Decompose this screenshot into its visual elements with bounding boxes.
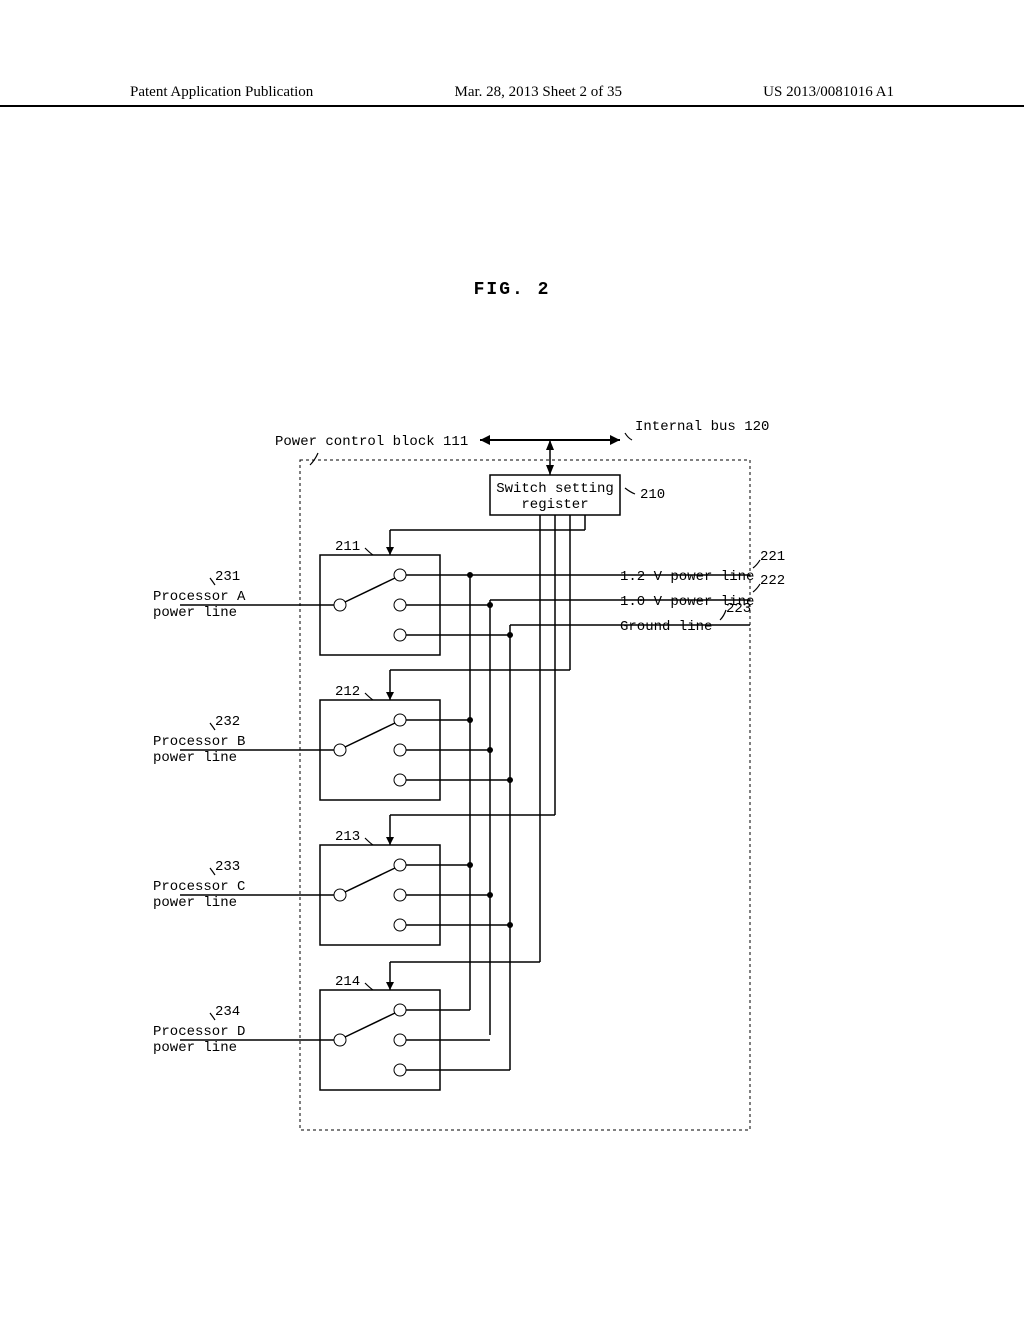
bus-label: Internal bus 120 xyxy=(635,419,769,435)
label-221: 1.2 V power line xyxy=(620,569,754,585)
register-label-line2: register xyxy=(521,497,588,513)
left-label-1: 231 Processor A power line xyxy=(153,569,246,621)
proc-b-sub: power line xyxy=(153,750,237,766)
proc-b: Processor B xyxy=(153,734,245,750)
page-header: Patent Application Publication Mar. 28, … xyxy=(0,84,1024,107)
switch-4-ref: 214 xyxy=(335,974,360,990)
figure-title: FIG. 2 xyxy=(0,280,1024,300)
proc-a: Processor A xyxy=(153,589,246,605)
left-label-4: 234 Processor D power line xyxy=(153,1004,245,1056)
left-label-2: 232 Processor B power line xyxy=(153,714,245,766)
header-center: Mar. 28, 2013 Sheet 2 of 35 xyxy=(454,84,621,101)
proc-a-sub: power line xyxy=(153,605,237,621)
header-left: Patent Application Publication xyxy=(130,84,313,101)
ref-233: 233 xyxy=(215,859,240,875)
register-ref: 210 xyxy=(640,487,665,503)
diagram: Power control block 111 Internal bus 120… xyxy=(0,360,1024,1160)
proc-d: Processor D xyxy=(153,1024,245,1040)
label-223: Ground line xyxy=(620,619,712,635)
ref-222: 222 xyxy=(760,573,785,589)
proc-c-sub: power line xyxy=(153,895,237,911)
switch-3-ref: 213 xyxy=(335,829,360,845)
proc-d-sub: power line xyxy=(153,1040,237,1056)
ref-221: 221 xyxy=(760,549,785,565)
ref-232: 232 xyxy=(215,714,240,730)
left-label-3: 233 Processor C power line xyxy=(153,859,245,911)
header-right: US 2013/0081016 A1 xyxy=(763,84,894,101)
register-label-line1: Switch setting xyxy=(496,481,614,497)
switch-2-ref: 212 xyxy=(335,684,360,700)
block-label: Power control block 111 xyxy=(275,434,468,450)
ref-234: 234 xyxy=(215,1004,240,1020)
ref-223: 223 xyxy=(726,601,751,617)
switch-1-ref: 211 xyxy=(335,539,360,555)
ref-231: 231 xyxy=(215,569,240,585)
figure: FIG. 2 Power control block 111 Internal … xyxy=(0,280,1024,1160)
proc-c: Processor C xyxy=(153,879,245,895)
